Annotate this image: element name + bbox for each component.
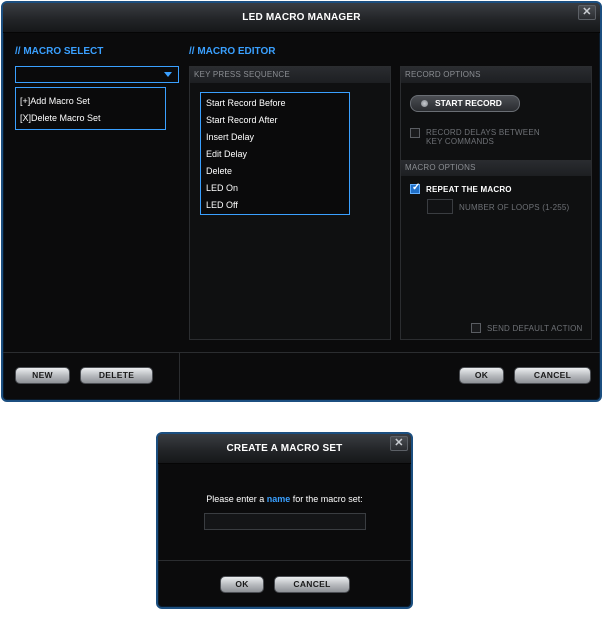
insert-delay-item[interactable]: Insert Delay (201, 129, 349, 146)
send-default-action-label: SEND DEFAULT ACTION (487, 324, 583, 333)
number-of-loops-input[interactable] (427, 199, 453, 214)
key-press-sequence-list[interactable]: Start Record Before Start Record After I… (200, 92, 350, 215)
main-titlebar: LED MACRO MANAGER ✕ (3, 3, 600, 33)
delete-macro-set-item[interactable]: [X]Delete Macro Set (16, 110, 165, 127)
record-icon (421, 100, 428, 107)
chevron-down-icon (164, 72, 172, 77)
led-off-item[interactable]: LED Off (201, 197, 349, 214)
record-delays-label: RECORD DELAYS BETWEEN KEY COMMANDS (426, 128, 540, 146)
record-delays-label-line1: RECORD DELAYS BETWEEN (426, 128, 540, 137)
record-options-header: RECORD OPTIONS (401, 67, 591, 83)
start-record-button[interactable]: START RECORD (410, 95, 520, 112)
dialog-prompt: Please enter a name for the macro set: (158, 494, 411, 504)
start-record-before-item[interactable]: Start Record Before (201, 95, 349, 112)
record-delays-label-line2: KEY COMMANDS (426, 137, 495, 146)
key-press-sequence-panel: KEY PRESS SEQUENCE Start Record Before S… (189, 66, 391, 340)
cancel-button[interactable]: CANCEL (514, 367, 591, 384)
dialog-footer-divider (158, 560, 411, 561)
key-press-sequence-header: KEY PRESS SEQUENCE (190, 67, 390, 83)
add-macro-set-item[interactable]: [+]Add Macro Set (16, 93, 165, 110)
footer-top-divider (3, 352, 600, 353)
dialog-titlebar: CREATE A MACRO SET ✕ (158, 434, 411, 464)
start-record-label: START RECORD (435, 98, 502, 108)
macro-set-menu: [+]Add Macro Set [X]Delete Macro Set (15, 87, 166, 130)
led-macro-manager-window: LED MACRO MANAGER ✕ // MACRO SELECT [+]A… (1, 1, 602, 402)
create-macro-set-dialog: CREATE A MACRO SET ✕ Please enter a name… (156, 432, 413, 609)
ok-button[interactable]: OK (459, 367, 504, 384)
macro-options-header: MACRO OPTIONS (401, 160, 591, 176)
send-default-action-checkbox[interactable] (471, 323, 481, 333)
close-icon: ✕ (582, 6, 592, 18)
macro-set-dropdown[interactable] (15, 66, 179, 83)
prompt-text-before: Please enter a (206, 494, 267, 504)
delete-button[interactable]: DELETE (80, 367, 153, 384)
macro-select-heading: // MACRO SELECT (15, 46, 104, 57)
start-record-after-item[interactable]: Start Record After (201, 112, 349, 129)
edit-delay-item[interactable]: Edit Delay (201, 146, 349, 163)
prompt-text-after: for the macro set: (290, 494, 363, 504)
delete-item[interactable]: Delete (201, 163, 349, 180)
record-delays-checkbox[interactable] (410, 128, 420, 138)
footer-vertical-divider (179, 353, 180, 400)
macro-set-name-input[interactable] (204, 513, 366, 530)
main-window-title: LED MACRO MANAGER (242, 12, 361, 23)
number-of-loops-label: NUMBER OF LOOPS (1-255) (459, 203, 570, 212)
led-on-item[interactable]: LED On (201, 180, 349, 197)
dialog-title: CREATE A MACRO SET (226, 443, 343, 454)
main-close-button[interactable]: ✕ (578, 5, 596, 20)
options-panel: RECORD OPTIONS START RECORD RECORD DELAY… (400, 66, 592, 340)
dialog-ok-button[interactable]: OK (220, 576, 264, 593)
dialog-cancel-button[interactable]: CANCEL (274, 576, 350, 593)
checkmark-icon: ✓ (412, 182, 421, 193)
repeat-macro-checkbox[interactable]: ✓ (410, 182, 421, 194)
close-icon: ✕ (394, 437, 404, 449)
new-button[interactable]: NEW (15, 367, 70, 384)
prompt-highlight: name (266, 494, 291, 504)
dialog-close-button[interactable]: ✕ (390, 436, 408, 451)
repeat-macro-label: REPEAT THE MACRO (426, 185, 512, 194)
macro-editor-heading: // MACRO EDITOR (189, 46, 276, 57)
